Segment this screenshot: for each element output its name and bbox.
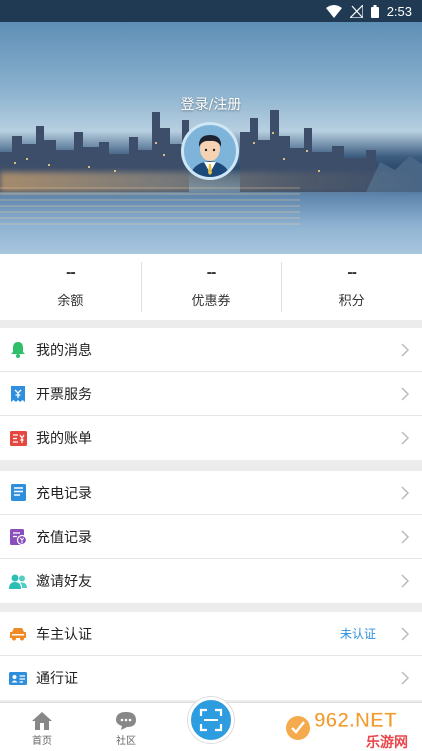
account-stats: -- 余额 -- 优惠券 -- 积分 [0,254,422,320]
status-bar: 2:53 [0,0,422,22]
car-icon [9,625,27,643]
menu-label-owner-verification: 车主认证 [36,626,92,643]
chevron-right-icon [401,431,410,445]
menu-label-messages: 我的消息 [36,342,92,359]
tab-home[interactable]: 首页 [0,703,84,751]
menu-group-1: 我的消息 开票服务 我的账单 [0,328,422,460]
stat-points-value: -- [347,265,357,281]
home-icon [32,712,52,730]
charge-record-icon [9,484,27,502]
profile-header: 登录/注册 [0,22,422,254]
water-reflection [0,187,300,227]
chevron-right-icon [401,671,410,685]
login-register-link[interactable]: 登录/注册 [0,94,422,114]
menu-group-3: 车主认证 未认证 通行证 [0,612,422,700]
scan-icon [199,708,223,732]
status-time: 2:53 [386,3,412,19]
friends-icon [9,572,27,590]
chat-bubble-icon [116,712,136,730]
menu-item-invite-friends[interactable]: 邀请好友 [0,559,422,603]
bell-icon [9,341,27,359]
stat-balance-value: -- [65,265,76,281]
menu-item-recharge-records[interactable]: 充值记录 [0,515,422,559]
menu-label-charge-records: 充电记录 [36,485,92,502]
default-avatar-icon [190,135,230,177]
chevron-right-icon [401,529,410,544]
pass-card-icon [9,669,27,687]
menu-label-invite-friends: 邀请好友 [36,574,92,590]
site-watermark-logo: 962.NET 乐游网 [286,709,408,751]
menu-label-recharge-records: 充值记录 [36,529,92,546]
invoice-icon [9,385,27,403]
menu-group-2: 充电记录 充值记录 邀请好友 [0,471,422,603]
menu-label-bills: 我的账单 [36,431,92,447]
menu-item-bills[interactable]: 我的账单 [0,416,422,460]
chevron-right-icon [401,485,410,500]
tab-community[interactable]: 社区 [84,703,168,751]
scan-button[interactable] [188,697,234,743]
watermark-subtext: 乐游网 [366,734,408,751]
stat-coupons-label: 优惠券 [191,293,231,309]
tab-community-label: 社区 [116,736,136,747]
menu-label-pass: 通行证 [36,671,78,687]
chevron-right-icon [401,386,410,401]
stat-coupons-value: -- [206,265,217,281]
menu-label-invoice: 开票服务 [36,386,92,403]
tab-home-label: 首页 [32,736,52,747]
chevron-right-icon [401,626,410,641]
battery-icon [370,4,379,18]
recharge-record-icon [9,528,27,546]
user-avatar[interactable] [181,122,239,180]
menu-item-messages[interactable]: 我的消息 [0,328,422,372]
menu-item-pass[interactable]: 通行证 [0,656,422,700]
watermark-text: 962.NET [314,709,397,732]
stat-points[interactable]: -- 积分 [281,254,422,320]
menu-item-invoice[interactable]: 开票服务 [0,372,422,416]
chevron-right-icon [401,342,410,357]
bill-icon [9,429,27,447]
menu-item-owner-verification[interactable]: 车主认证 未认证 [0,612,422,656]
stat-coupons[interactable]: -- 优惠券 [140,254,282,320]
stat-balance[interactable]: -- 余额 [0,254,141,320]
verification-status: 未认证 [339,627,376,641]
chevron-right-icon [401,574,410,588]
wifi-icon [325,4,342,18]
no-signal-icon [349,4,363,18]
stat-points-label: 积分 [338,293,365,309]
menu-item-charge-records[interactable]: 充电记录 [0,471,422,515]
stat-balance-label: 余额 [57,293,84,309]
